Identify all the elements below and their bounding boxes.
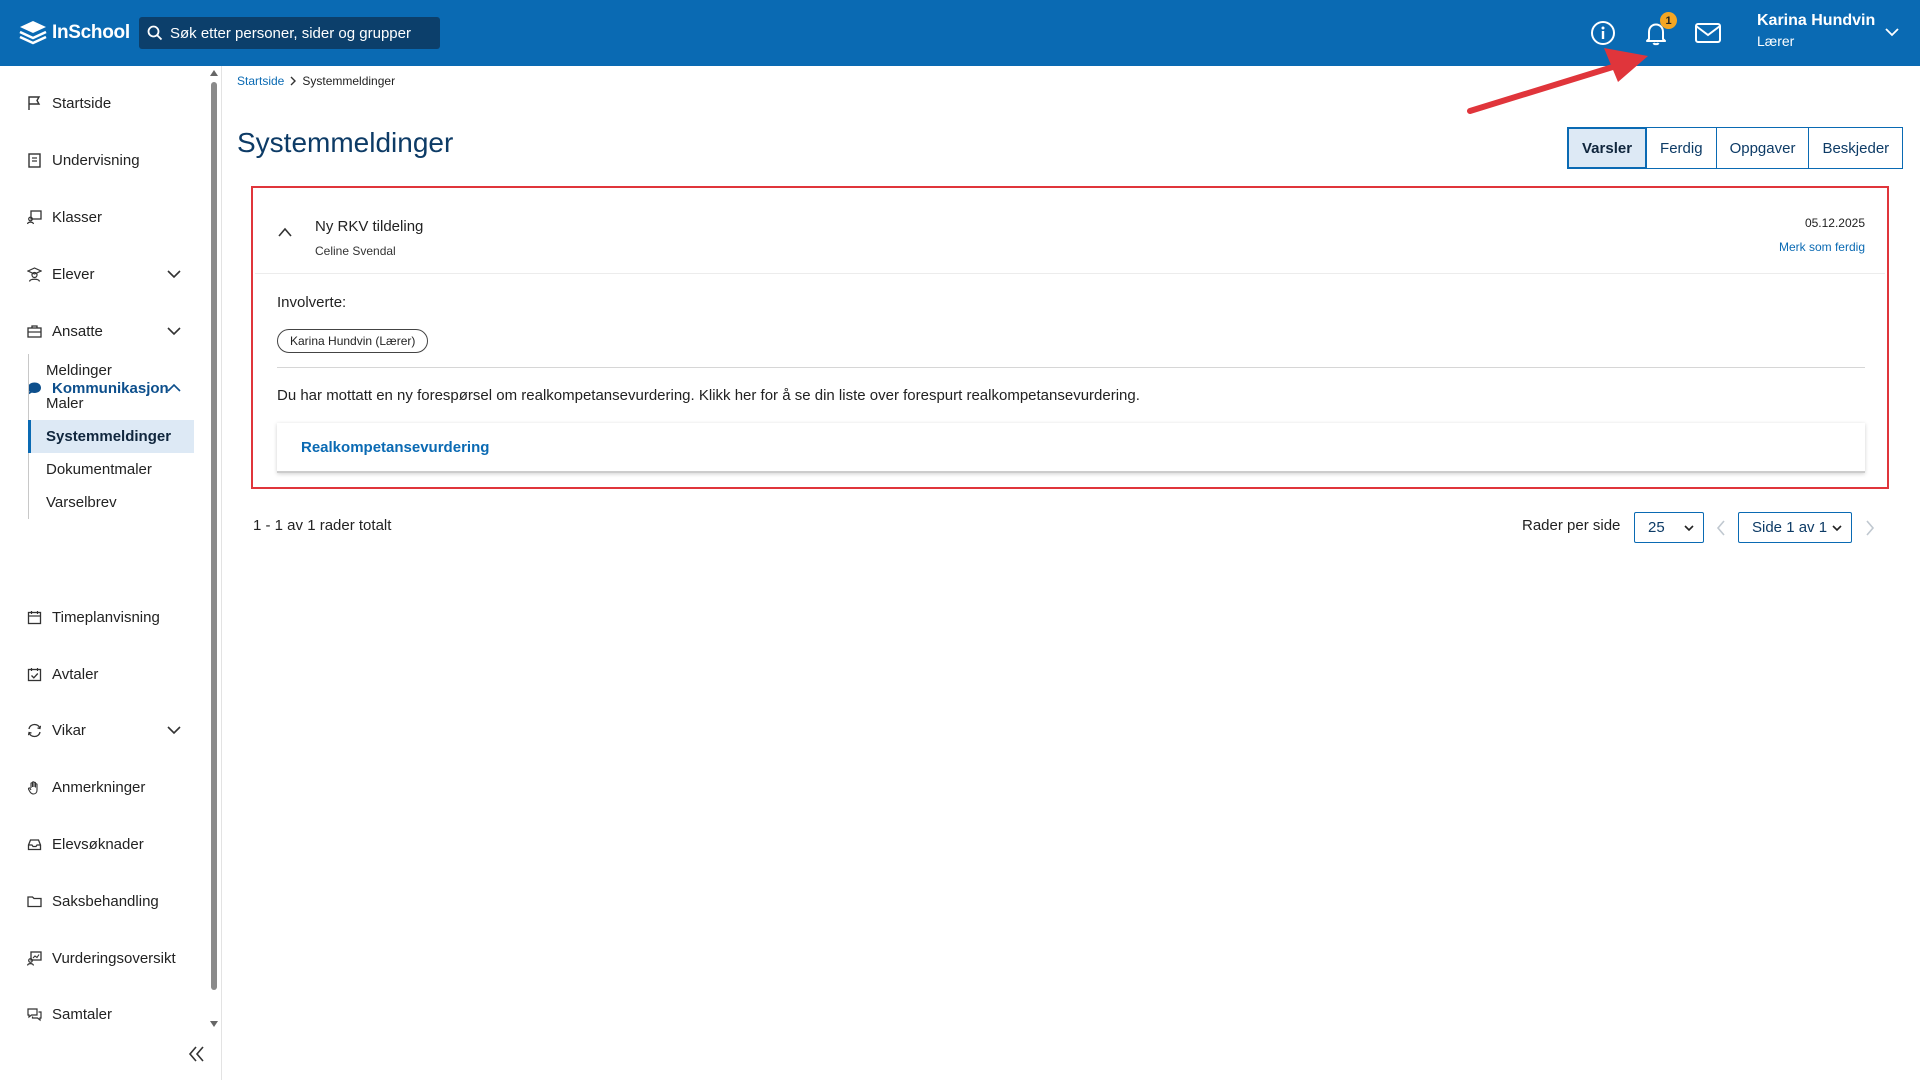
sidebar-item-label: Ansatte [52,322,103,340]
scroll-down-arrow-icon[interactable] [209,1020,219,1028]
sidebar-item-vikar[interactable]: Vikar [26,718,86,742]
sidebar-item-label: Elevsøknader [52,835,144,853]
briefcase-icon [26,323,42,339]
subnav-item-maler[interactable]: Maler [29,387,194,420]
sidebar-item-elever[interactable]: Elever [26,262,95,286]
classroom-icon [26,209,42,225]
breadcrumb-home-link[interactable]: Startside [237,74,284,88]
breadcrumb-current: Systemmeldinger [302,74,396,88]
top-bar: InSchool 1 Karina Hundvin Lærer [0,0,1920,66]
chevron-right-icon [290,76,297,86]
sidebar-item-label: Undervisning [52,151,140,169]
chevron-down-icon[interactable] [1884,24,1900,40]
next-page-icon[interactable] [1864,519,1876,537]
sidebar-item-vurderingsoversikt[interactable]: Vurderingsoversikt [26,946,176,970]
sidebar-item-avtaler[interactable]: Avtaler [26,662,98,686]
message-tabs: Varsler Ferdig Oppgaver Beskjeder [1567,127,1904,169]
subnav-item-varselbrev[interactable]: Varselbrev [29,486,194,519]
sidebar-item-label: Saksbehandling [52,892,159,910]
collapse-sidebar-icon[interactable] [186,1045,208,1063]
subnav-item-systemmeldinger[interactable]: Systemmeldinger [28,420,194,453]
notification-count-badge: 1 [1660,12,1677,29]
book-icon [26,152,42,168]
logo-layers-icon [19,21,47,45]
inbox-icon [26,836,42,852]
user-role: Lærer [1757,33,1795,49]
chart-board-icon [26,950,42,966]
search-icon [147,25,163,41]
scroll-up-arrow-icon[interactable] [209,69,219,77]
annotation-highlight-box [251,186,1889,489]
user-name: Karina Hundvin [1757,12,1876,29]
global-search[interactable] [139,17,440,49]
rows-per-page-label: Rader per side [1522,517,1621,534]
conversation-icon [26,1006,42,1022]
chevron-down-icon [1832,525,1842,532]
envelope-icon [1695,23,1721,43]
hand-icon [26,779,42,795]
info-button[interactable] [1589,19,1617,47]
rows-total-text: 1 - 1 av 1 rader totalt [253,517,392,534]
folder-icon [26,893,42,909]
calendar-icon [26,609,42,625]
sidebar-item-startside[interactable]: Startside [26,91,111,115]
sidebar-item-label: Anmerkninger [52,778,146,796]
tab-beskjeder[interactable]: Beskjeder [1809,127,1904,169]
logo-text: InSchool [52,22,130,43]
sidebar-scrollbar-thumb[interactable] [211,82,217,990]
page-select-value: Side 1 av 1 [1752,519,1828,536]
sidebar-item-label: Samtaler [52,1005,113,1023]
sidebar-item-saksbehandling[interactable]: Saksbehandling [26,889,159,913]
chevron-down-icon [1684,525,1694,532]
sidebar-item-elevsoknader[interactable]: Elevsøknader [26,832,144,856]
sidebar-item-samtaler[interactable]: Samtaler [26,1002,112,1026]
swap-icon [26,722,42,738]
subnav-item-meldinger[interactable]: Meldinger [29,354,194,387]
tab-ferdig[interactable]: Ferdig [1647,127,1717,169]
sidebar-item-timeplanvisning[interactable]: Timeplanvisning [26,605,160,629]
previous-page-icon[interactable] [1715,519,1727,537]
sidebar-item-label: Vurderingsoversikt [52,949,176,967]
sidebar-item-label: Timeplanvisning [52,608,160,626]
sidebar-item-label: Klasser [52,208,103,226]
rows-per-page-select[interactable]: 25 [1634,512,1704,543]
sidebar-item-ansatte[interactable]: Ansatte [26,319,103,343]
sidebar-item-undervisning[interactable]: Undervisning [26,148,140,172]
student-icon [26,266,42,282]
sidebar-item-anmerkninger[interactable]: Anmerkninger [26,775,145,799]
subnav-item-dokumentmaler[interactable]: Dokumentmaler [29,453,194,486]
communication-subnav: Meldinger Maler Systemmeldinger Dokument… [28,354,194,519]
chevron-down-icon[interactable] [166,323,182,339]
calendar-check-icon [26,666,42,682]
info-icon [1591,21,1615,45]
sidebar-item-label: Avtaler [52,665,99,683]
inschool-logo[interactable]: InSchool [18,18,130,48]
page-select[interactable]: Side 1 av 1 [1738,512,1852,543]
flag-icon [26,95,42,111]
breadcrumb: Startside Systemmeldinger [237,74,395,88]
user-menu[interactable]: Karina Hundvin Lærer [1757,12,1875,49]
chevron-down-icon[interactable] [166,722,182,738]
messages-button[interactable] [1694,19,1722,47]
page-title: Systemmeldinger [237,127,454,158]
rows-per-page-value: 25 [1648,519,1665,536]
chevron-down-icon[interactable] [166,266,182,282]
tab-oppgaver[interactable]: Oppgaver [1716,127,1810,169]
tab-varsler[interactable]: Varsler [1567,127,1648,169]
sidebar-item-label: Vikar [52,721,86,739]
sidebar-item-label: Startside [52,94,112,112]
sidebar-item-klasser[interactable]: Klasser [26,205,102,229]
sidebar-item-label: Elever [52,265,95,283]
search-input[interactable] [170,24,430,42]
